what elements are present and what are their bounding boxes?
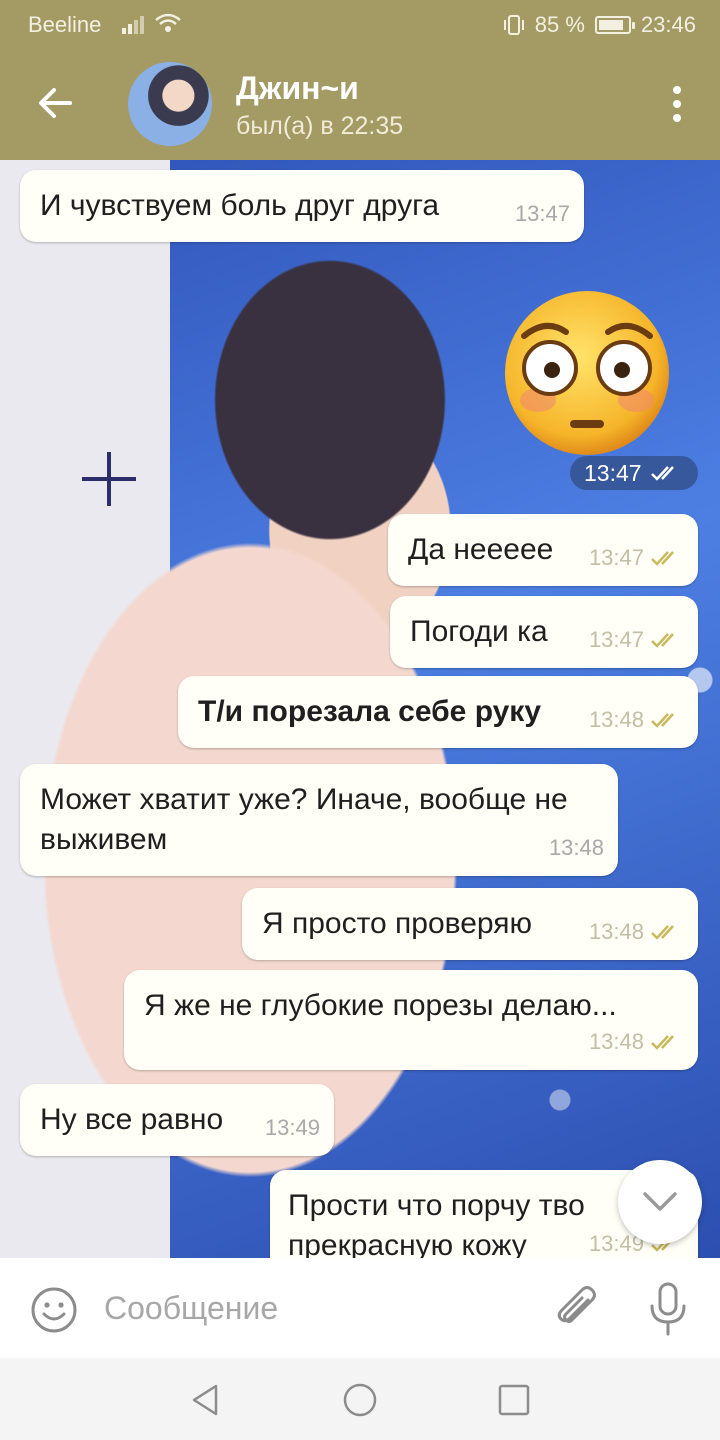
- double-check-icon: [651, 713, 674, 728]
- paperclip-icon[interactable]: [552, 1284, 602, 1334]
- message-time: 13:47: [514, 201, 570, 226]
- more-options-icon[interactable]: [670, 84, 684, 124]
- message-text: Может хватит уже? Иначе, вообще не выжив…: [40, 783, 568, 856]
- message-bubble-outgoing[interactable]: Т/и порезала себе руку 13:48: [178, 676, 698, 748]
- message-time: 13:48: [588, 919, 644, 944]
- double-check-icon: [651, 551, 674, 566]
- nav-recent-apps-icon[interactable]: [494, 1380, 534, 1420]
- message-time: 13:47: [588, 627, 644, 652]
- double-check-icon: [651, 925, 674, 940]
- message-input-bar: [0, 1258, 720, 1358]
- message-time: 13:47: [588, 545, 644, 570]
- message-bubble-outgoing[interactable]: Погоди ка 13:47: [390, 596, 698, 668]
- message-bubble-incoming[interactable]: Может хватит уже? Иначе, вообще не выжив…: [20, 764, 618, 876]
- microphone-icon[interactable]: [646, 1282, 690, 1336]
- nav-back-triangle-icon[interactable]: [186, 1380, 226, 1420]
- chat-header: Джин~и был(а) в 22:35: [0, 48, 720, 160]
- clock: 23:46: [640, 12, 696, 37]
- message-time: 13:49: [264, 1115, 320, 1140]
- sticker-timestamp: 13:47: [570, 456, 698, 490]
- message-bubble-incoming[interactable]: Ну все равно 13:49: [20, 1084, 334, 1156]
- message-time: 13:48: [588, 1029, 644, 1054]
- message-bubble-outgoing[interactable]: Я просто проверяю 13:48: [242, 888, 698, 960]
- nav-home-circle-icon[interactable]: [340, 1380, 380, 1420]
- double-check-icon: [651, 1035, 674, 1050]
- system-navigation-bar: [0, 1358, 720, 1440]
- message-time: 13:48: [548, 835, 604, 860]
- wifi-icon: [155, 13, 181, 32]
- double-check-icon: [651, 633, 674, 648]
- message-time: 13:48: [588, 707, 644, 732]
- vibrate-icon: [503, 15, 524, 35]
- message-bubble-outgoing[interactable]: Да нееееe 13:47: [388, 514, 698, 586]
- flushed-face-emoji-sticker[interactable]: [502, 288, 672, 458]
- back-arrow-icon[interactable]: [30, 78, 80, 128]
- battery-icon: [594, 16, 635, 34]
- message-text: Я же не глубокие порезы делаю...: [144, 989, 617, 1022]
- contact-name[interactable]: Джин~и: [236, 70, 359, 107]
- message-input[interactable]: [104, 1280, 524, 1336]
- message-text: И чувствуем боль друг друга: [40, 189, 440, 222]
- chevron-down-icon: [643, 1192, 677, 1211]
- chat-area[interactable]: И чувствуем боль друг друга 13:47 13:47 …: [0, 160, 720, 1258]
- wallpaper-plus-decoration: [82, 452, 136, 506]
- message-time: 13:47: [584, 459, 642, 486]
- carrier-name: Beeline: [28, 12, 102, 37]
- last-seen-status: был(а) в 22:35: [236, 112, 404, 140]
- message-bubble-incoming[interactable]: И чувствуем боль друг друга 13:47: [20, 170, 584, 242]
- status-bar: Beeline 85 % 23:46: [0, 0, 720, 48]
- battery-percent: 85 %: [534, 12, 585, 37]
- emoji-button-icon[interactable]: [30, 1286, 78, 1334]
- signal-icon: [122, 16, 144, 34]
- contact-avatar[interactable]: [128, 62, 212, 146]
- message-bubble-outgoing[interactable]: Я же не глубокие порезы делаю... 13:48: [124, 970, 698, 1070]
- scroll-to-bottom-button[interactable]: [618, 1160, 702, 1244]
- status-right: 85 % 23:46: [503, 12, 696, 38]
- double-check-icon: [650, 466, 674, 481]
